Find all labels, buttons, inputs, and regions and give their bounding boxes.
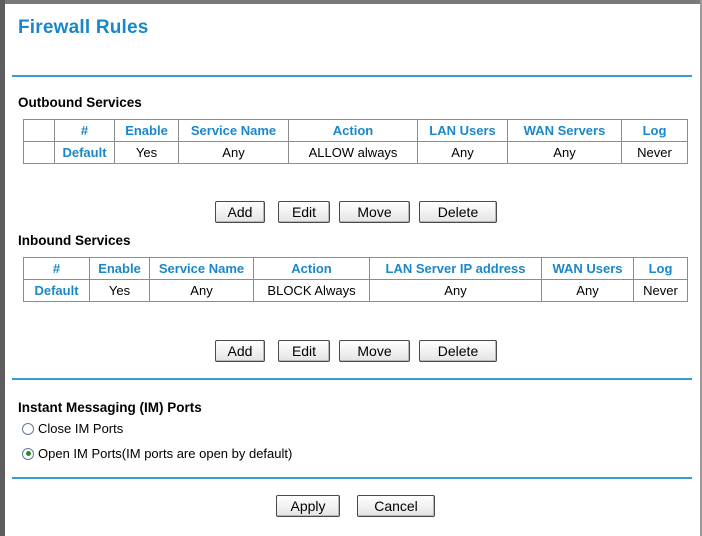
window-left-border — [0, 0, 5, 536]
rule-service: Any — [149, 279, 254, 302]
outbound-table: # Enable Service Name Action LAN Users W… — [23, 119, 688, 164]
rule-wan-servers: Any — [507, 141, 622, 164]
divider-top — [12, 75, 692, 77]
inbound-col-enable: Enable — [89, 257, 150, 280]
inbound-table: # Enable Service Name Action LAN Server … — [23, 257, 688, 302]
divider-middle — [12, 378, 692, 380]
outbound-col-action: Action — [288, 119, 418, 142]
rule-lan-users: Any — [417, 141, 508, 164]
rule-enable: Yes — [89, 279, 150, 302]
inbound-col-wan-users: WAN Users — [541, 257, 634, 280]
open-im-ports-option[interactable]: Open IM Ports(IM ports are open by defau… — [22, 446, 292, 461]
outbound-header-row: # Enable Service Name Action LAN Users W… — [23, 119, 688, 142]
rule-log: Never — [633, 279, 688, 302]
rule-service: Any — [178, 141, 289, 164]
rule-id: Default — [23, 279, 90, 302]
rule-enable: Yes — [114, 141, 179, 164]
outbound-col-lan-users: LAN Users — [417, 119, 508, 142]
im-heading: Instant Messaging (IM) Ports — [18, 400, 202, 415]
outbound-col-wan-servers: WAN Servers — [507, 119, 622, 142]
outbound-heading: Outbound Services — [18, 95, 142, 110]
open-im-ports-label: Open IM Ports(IM ports are open by defau… — [38, 446, 293, 461]
rule-log: Never — [621, 141, 688, 164]
close-im-ports-option[interactable]: Close IM Ports — [22, 421, 123, 436]
outbound-col-log: Log — [621, 119, 688, 142]
inbound-edit-button[interactable]: Edit — [278, 340, 330, 362]
table-row[interactable]: Default Yes Any ALLOW always Any Any Nev… — [23, 141, 688, 164]
rule-wan-users: Any — [541, 279, 634, 302]
page-title: Firewall Rules — [18, 17, 149, 38]
outbound-move-button[interactable]: Move — [339, 201, 410, 223]
inbound-col-action: Action — [253, 257, 370, 280]
close-im-ports-label: Close IM Ports — [38, 421, 124, 436]
inbound-heading: Inbound Services — [18, 233, 131, 248]
table-row[interactable]: Default Yes Any BLOCK Always Any Any Nev… — [23, 279, 688, 302]
rule-id: Default — [54, 141, 115, 164]
radio-close-im-ports[interactable] — [22, 422, 34, 435]
inbound-header-row: # Enable Service Name Action LAN Server … — [23, 257, 688, 280]
inbound-delete-button[interactable]: Delete — [419, 340, 497, 362]
outbound-col-number: # — [54, 119, 115, 142]
rule-lan-server-ip: Any — [369, 279, 542, 302]
inbound-move-button[interactable]: Move — [339, 340, 410, 362]
apply-button[interactable]: Apply — [276, 495, 340, 517]
inbound-col-service-name: Service Name — [149, 257, 254, 280]
radio-open-im-ports[interactable] — [22, 447, 34, 460]
row-select-cell[interactable] — [23, 141, 55, 164]
inbound-col-number: # — [23, 257, 90, 280]
divider-bottom — [12, 477, 692, 479]
outbound-add-button[interactable]: Add — [215, 201, 265, 223]
outbound-col-enable: Enable — [114, 119, 179, 142]
outbound-edit-button[interactable]: Edit — [278, 201, 330, 223]
inbound-col-log: Log — [633, 257, 688, 280]
inbound-add-button[interactable]: Add — [215, 340, 265, 362]
rule-action: BLOCK Always — [253, 279, 370, 302]
window-top-border — [0, 0, 702, 4]
inbound-col-lan-server-ip: LAN Server IP address — [369, 257, 542, 280]
cancel-button[interactable]: Cancel — [357, 495, 435, 517]
rule-action: ALLOW always — [288, 141, 418, 164]
outbound-col-service-name: Service Name — [178, 119, 289, 142]
outbound-col-select — [23, 119, 55, 142]
outbound-delete-button[interactable]: Delete — [419, 201, 497, 223]
